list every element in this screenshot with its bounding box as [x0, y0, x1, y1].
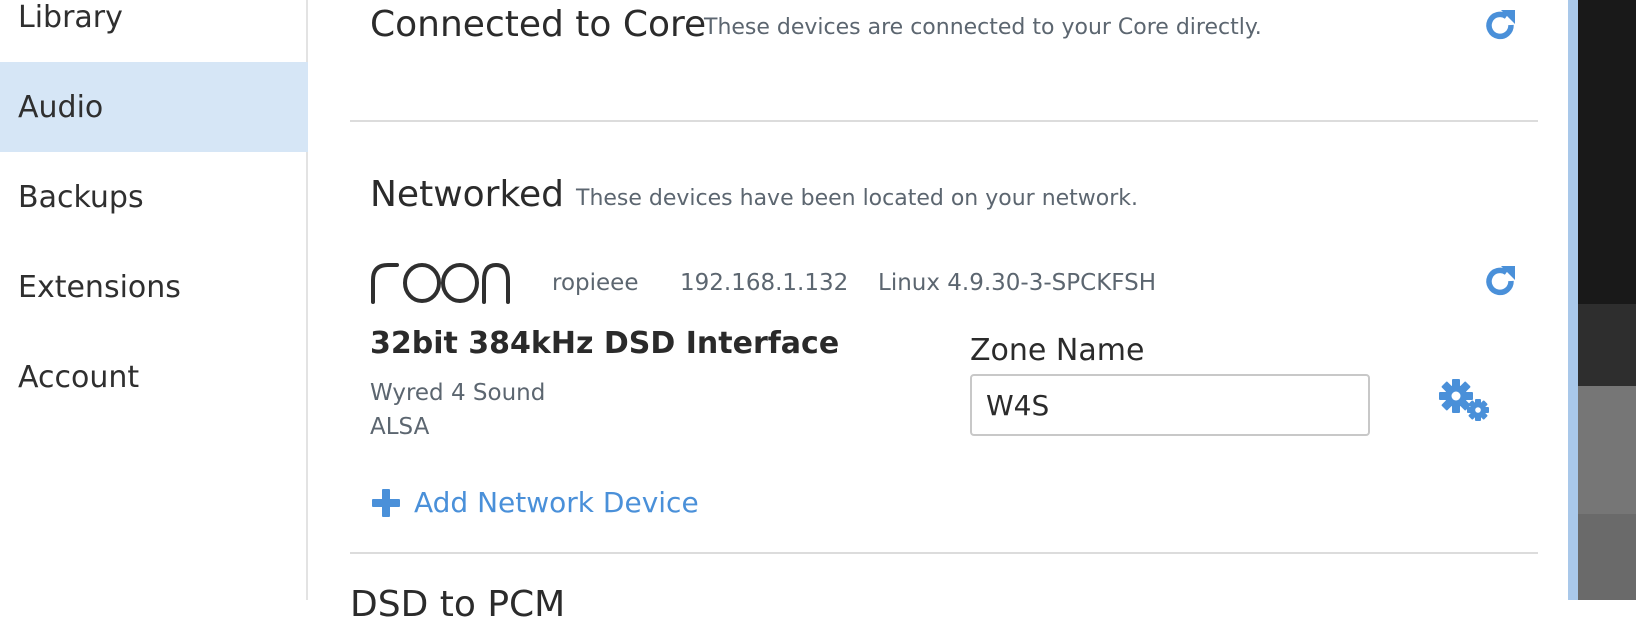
- sidebar-item-account[interactable]: Account: [0, 332, 308, 422]
- section-divider: [350, 552, 1538, 554]
- sidebar: Library Audio Backups Extensions Account: [0, 0, 308, 600]
- sidebar-item-label: Backups: [18, 179, 144, 215]
- device-manufacturer: Wyred 4 Sound: [370, 380, 546, 406]
- sidebar-item-label: Account: [18, 359, 140, 395]
- device-host: ropieee: [552, 270, 639, 296]
- background-strip-band: [1568, 514, 1636, 600]
- zone-name-input[interactable]: [970, 374, 1370, 436]
- sidebar-item-label: Library: [18, 0, 123, 35]
- plus-icon: [372, 488, 400, 517]
- connected-section-description: These devices are connected to your Core…: [704, 15, 1262, 40]
- background-strip-band: [1568, 386, 1636, 514]
- connected-section-title: Connected to Core: [370, 4, 707, 45]
- sidebar-item-label: Audio: [18, 89, 104, 125]
- device-name: 32bit 384kHz DSD Interface: [370, 326, 840, 361]
- add-network-device-label: Add Network Device: [414, 486, 699, 519]
- roon-logo: [371, 262, 510, 304]
- sidebar-item-label: Extensions: [18, 269, 181, 305]
- dsd-section-title: DSD to PCM: [350, 584, 566, 625]
- networked-section-title: Networked: [370, 174, 565, 215]
- refresh-icon[interactable]: [1482, 8, 1518, 44]
- zone-name-label: Zone Name: [970, 333, 1145, 368]
- background-strip-band: [1568, 304, 1636, 386]
- add-network-device-button[interactable]: Add Network Device: [370, 486, 699, 519]
- sidebar-item-audio[interactable]: Audio: [0, 62, 308, 152]
- scrollbar-thumb[interactable]: [1568, 0, 1578, 600]
- device-ip: 192.168.1.132: [680, 270, 849, 296]
- sidebar-item-extensions[interactable]: Extensions: [0, 242, 308, 332]
- section-divider: [350, 120, 1538, 122]
- device-os: Linux 4.9.30-3-SPCKFSH: [878, 270, 1156, 296]
- sidebar-item-backups[interactable]: Backups: [0, 152, 308, 242]
- device-driver: ALSA: [370, 414, 430, 440]
- sidebar-item-library[interactable]: Library: [0, 0, 308, 62]
- refresh-icon[interactable]: [1482, 264, 1518, 300]
- networked-section-description: These devices have been located on your …: [576, 186, 1139, 211]
- gears-icon[interactable]: [1436, 378, 1492, 424]
